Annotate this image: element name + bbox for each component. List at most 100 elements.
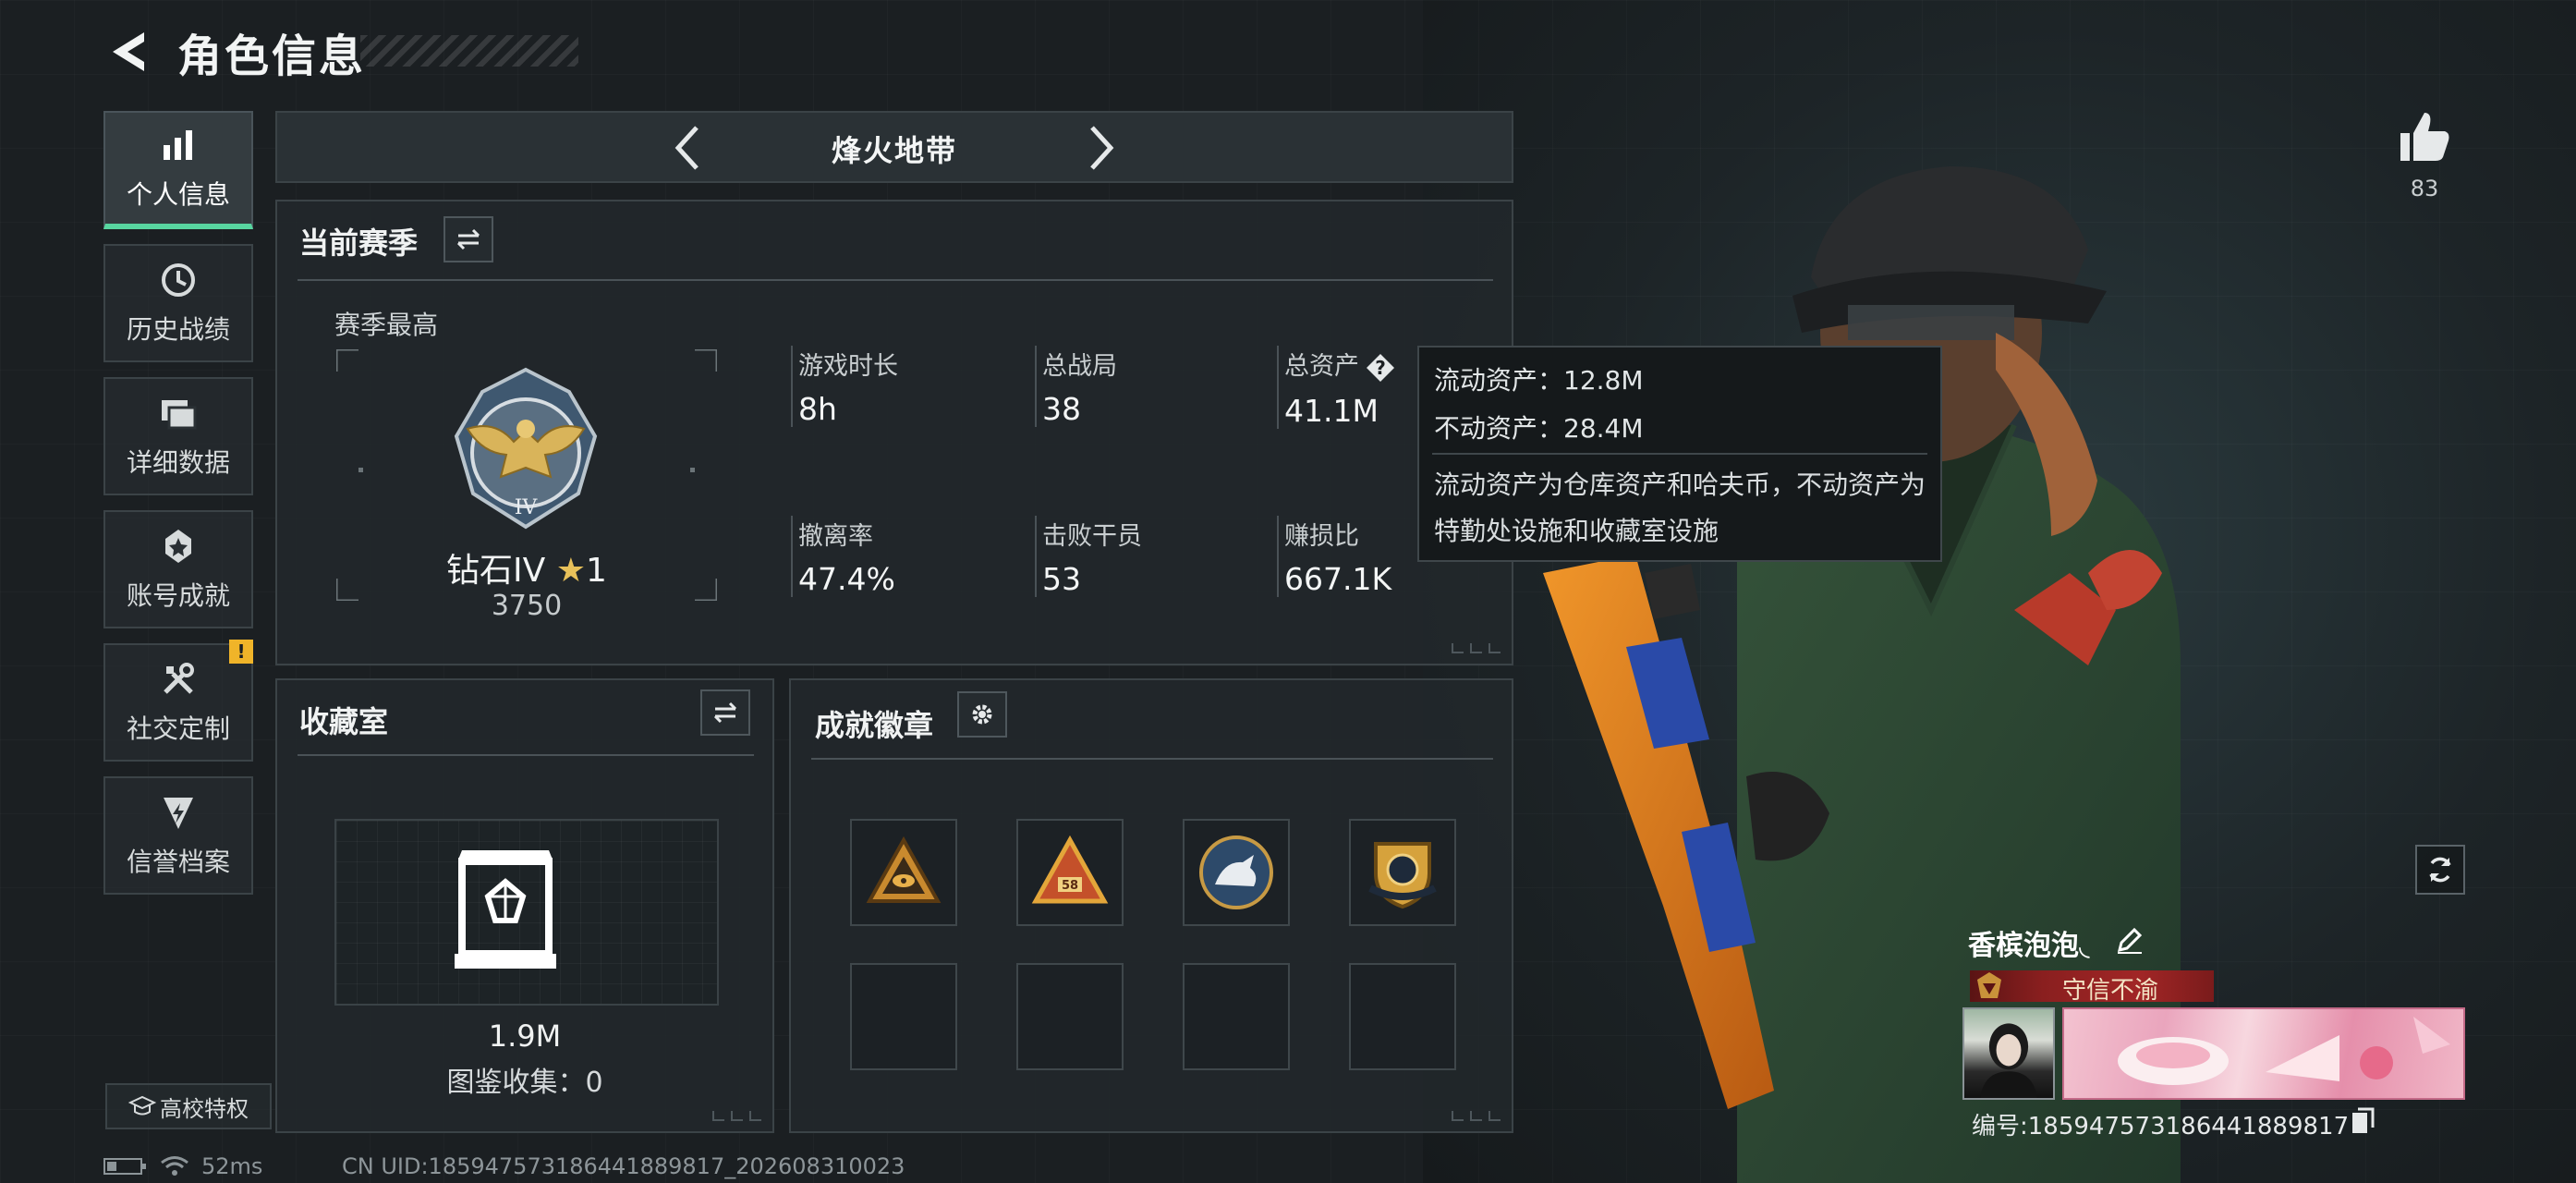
season-best-label: 赛季最高 [334,310,439,340]
stat-value: 38 [1042,391,1081,427]
refresh-icon [2429,857,2451,883]
sidebar: 个人信息 历史战绩 详细数据 账号成就 社交定制 ! 信誉档案 [103,111,257,909]
sidebar-item-label: 个人信息 [126,179,230,210]
sidebar-item-label: 详细数据 [126,447,230,478]
back-arrow-icon[interactable] [103,27,153,77]
round-rhino-badge-icon [1199,835,1273,909]
credit-shield-icon [164,798,193,829]
badges-panel-title: 成就徽章 [815,708,934,743]
stat-profit-ratio: 赚损比 667.1K [1277,516,1391,597]
svg-text:58: 58 [1062,879,1078,893]
bar-chart-icon [164,130,192,160]
sidebar-item-social-custom[interactable]: 社交定制 ! [103,640,253,762]
stat-label: 击败干员 [1042,522,1142,551]
panel-divider [298,754,754,756]
corner-decoration [1452,643,1501,653]
badge-slot[interactable] [1349,819,1456,926]
title-decoration [360,35,578,67]
ping-value: 52ms [201,1153,263,1179]
sidebar-item-detailed-data[interactable]: 详细数据 [103,377,253,495]
chevron-right-icon[interactable] [1075,122,1124,174]
corner-decoration [1452,1111,1501,1121]
tooltip-description: 流动资产为仓库资产和哈夫币，不动资产为特勤处设施和收藏室设施 [1434,470,1926,546]
status-bar: 52ms [103,1153,262,1179]
wifi-icon [161,1156,188,1176]
sidebar-item-credit-record[interactable]: 信誉档案 [103,776,253,895]
stat-extraction-rate: 撤离率 47.4% [791,516,895,597]
player-title-tag: 守信不渝 [1970,970,2214,1005]
stat-label: 总资产? [1284,346,1396,384]
graduation-cap-icon [128,1095,156,1116]
collection-count: 图鉴收集：0 [446,1067,603,1099]
player-id: 编号:1859475731864418898​17 [1972,1113,2350,1140]
sidebar-item-history[interactable]: 历史战绩 [103,244,253,362]
page-title: 角色信息 [177,30,367,82]
avatar[interactable] [1962,1007,2055,1100]
mode-switcher: 烽火地带 [275,111,1513,183]
season-switch-button[interactable] [444,216,493,262]
namecard-decoration-icon [2062,1007,2465,1100]
panel-divider [811,758,1493,760]
tooltip-liquid-assets: 流动资产：12.8M [1434,365,1644,396]
cn-uid: CN UID:1859475731864418898​17_2026083100… [342,1153,905,1179]
svg-text:?: ? [1375,357,1386,379]
folders-icon [162,400,197,430]
rank-name: 钻石IV [446,552,546,590]
display-case-icon [455,850,556,969]
stat-label: 游戏时长 [798,352,898,381]
refresh-button[interactable] [2415,845,2465,895]
collection-panel[interactable]: 收藏室 1.9M 图鉴收集：0 [275,678,774,1133]
triangle-58-badge-icon: 58 [1031,835,1109,904]
stat-label: 撤离率 [798,522,873,551]
badge-slot-empty[interactable] [850,963,957,1070]
sidebar-item-label: 信誉档案 [126,847,230,877]
like-count: 83 [2410,176,2439,201]
tools-icon [164,663,194,694]
edit-pencil-icon[interactable] [2114,924,2145,956]
rank-star-icon: ★ [555,552,587,590]
badge-slot[interactable] [850,819,957,926]
stat-total-assets[interactable]: 总资产? 41.1M [1277,346,1396,429]
alert-badge: ! [229,640,253,664]
rank-score: 3750 [491,590,563,622]
collection-switch-button[interactable] [700,689,750,736]
avatar-portrait-icon [1980,1023,2037,1098]
mode-title: 烽火地带 [831,133,957,168]
badge-slot-empty[interactable] [1183,963,1290,1070]
collection-value: 1.9M [488,1018,562,1054]
player-namecard[interactable] [2062,1007,2465,1100]
sidebar-item-label: 账号成就 [126,580,230,611]
stat-value: 41.1M [1284,392,1379,429]
rank-name-line: 钻石IV ★1 [277,543,776,592]
player-name: 香槟泡泡◟ [1968,930,2090,962]
thumbs-up-icon[interactable] [2395,107,2454,166]
badges-panel: 成就徽章 58 [789,678,1513,1133]
stat-value: 667.1K [1284,561,1392,597]
collection-panel-title: 收藏室 [299,704,389,739]
tooltip-fixed-assets: 不动资产：28.4M [1434,413,1644,444]
swap-arrows-icon [456,228,480,250]
stat-value: 47.4% [798,561,895,597]
page-header: 角色信息 [103,22,367,82]
sidebar-item-achievements[interactable]: 账号成就 [103,510,253,628]
swap-arrows-icon [713,701,737,724]
badge-slot-empty[interactable] [1349,963,1456,1070]
stat-label: 赚损比 [1284,522,1359,551]
school-privilege-button[interactable]: 高校特权 [105,1083,272,1129]
copy-icon[interactable] [2351,1107,2375,1135]
badge-slot-empty[interactable] [1016,963,1124,1070]
help-icon[interactable]: ? [1365,352,1396,384]
assets-tooltip: 流动资产：12.8M 不动资产：28.4M 流动资产为仓库资产和哈夫币，不动资产… [1417,346,1942,562]
sidebar-item-label: 社交定制 [126,713,230,744]
triangle-eye-badge-icon [866,835,942,903]
stat-total-matches: 总战局 38 [1035,346,1117,427]
sidebar-item-label: 历史战绩 [126,314,230,345]
shield-crest-badge-icon [1368,842,1437,909]
badge-slot[interactable] [1183,819,1290,926]
badges-settings-button[interactable] [957,691,1007,738]
badge-slot[interactable]: 58 [1016,819,1124,926]
svg-text:IV: IV [515,496,539,519]
history-clock-icon [162,263,195,297]
sidebar-item-personal-info[interactable]: 个人信息 [103,111,253,229]
corner-decoration [712,1111,761,1121]
